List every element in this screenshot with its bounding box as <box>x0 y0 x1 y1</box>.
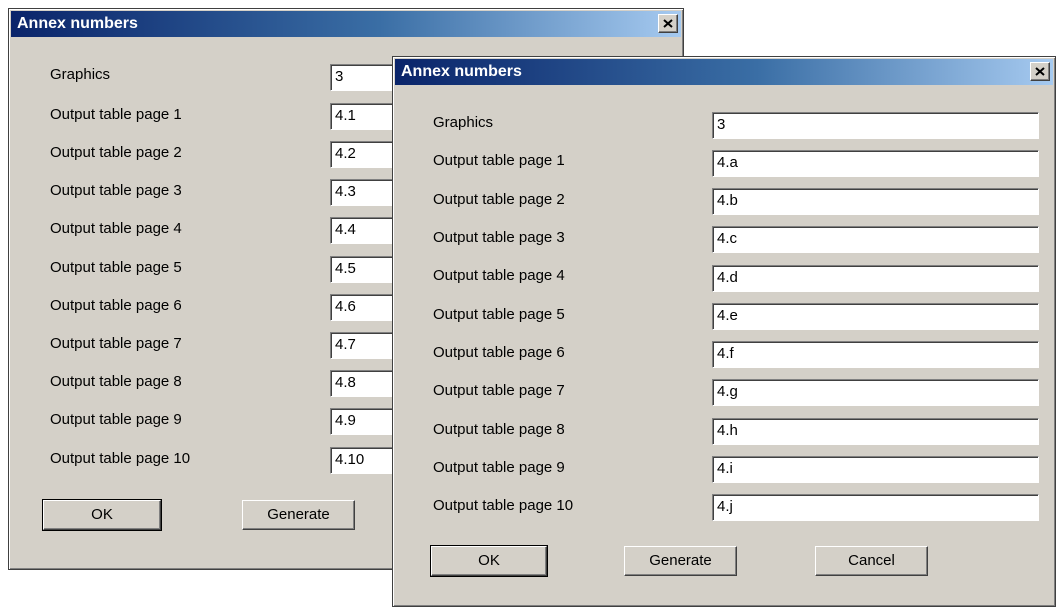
generate-button[interactable]: Generate <box>242 500 355 530</box>
output-page-9-input[interactable]: 4.i <box>712 456 1039 483</box>
label-output-page-1: Output table page 1 <box>433 152 565 169</box>
label-output-page-3: Output table page 3 <box>433 229 565 246</box>
close-button[interactable] <box>1030 62 1050 81</box>
output-page-4-input[interactable]: 4.4 <box>330 217 400 244</box>
label-output-page-5: Output table page 5 <box>50 259 182 276</box>
output-page-6-input[interactable]: 4.6 <box>330 294 400 321</box>
generate-button[interactable]: Generate <box>624 546 737 576</box>
close-icon <box>1035 67 1045 76</box>
output-page-1-input[interactable]: 4.a <box>712 150 1039 177</box>
output-page-1-input[interactable]: 4.1 <box>330 103 400 130</box>
output-page-8-input[interactable]: 4.h <box>712 418 1039 445</box>
label-output-page-8: Output table page 8 <box>50 373 182 390</box>
label-graphics: Graphics <box>433 114 494 131</box>
label-output-page-4: Output table page 4 <box>433 267 565 284</box>
label-output-page-10: Output table page 10 <box>50 450 191 467</box>
label-output-page-9: Output table page 9 <box>433 459 565 476</box>
title-bar: Annex numbers <box>395 59 1053 85</box>
label-output-page-9: Output table page 9 <box>50 411 182 428</box>
ok-button[interactable]: OK <box>42 499 162 531</box>
output-page-4-input[interactable]: 4.d <box>712 265 1039 292</box>
label-output-page-2: Output table page 2 <box>50 144 182 161</box>
graphics-input[interactable]: 3 <box>712 112 1039 139</box>
output-page-6-input[interactable]: 4.f <box>712 341 1039 368</box>
output-page-5-input[interactable]: 4.5 <box>330 256 400 283</box>
cancel-button[interactable]: Cancel <box>815 546 928 576</box>
label-output-page-6: Output table page 6 <box>433 344 565 361</box>
ok-button[interactable]: OK <box>430 545 548 577</box>
output-page-2-input[interactable]: 4.2 <box>330 141 400 168</box>
label-output-page-2: Output table page 2 <box>433 191 565 208</box>
output-page-7-input[interactable]: 4.7 <box>330 332 400 359</box>
label-output-page-7: Output table page 7 <box>433 382 565 399</box>
output-page-9-input[interactable]: 4.9 <box>330 408 400 435</box>
output-page-7-input[interactable]: 4.g <box>712 379 1039 406</box>
graphics-input[interactable]: 3 <box>330 64 400 91</box>
output-page-3-input[interactable]: 4.c <box>712 226 1039 253</box>
label-graphics: Graphics <box>50 66 111 83</box>
output-page-5-input[interactable]: 4.e <box>712 303 1039 330</box>
title-bar: Annex numbers <box>11 11 681 37</box>
dialog-title: Annex numbers <box>17 15 138 32</box>
label-output-page-10: Output table page 10 <box>433 497 574 514</box>
label-output-page-6: Output table page 6 <box>50 297 182 314</box>
label-output-page-7: Output table page 7 <box>50 335 182 352</box>
label-output-page-1: Output table page 1 <box>50 106 182 123</box>
label-output-page-4: Output table page 4 <box>50 220 182 237</box>
close-icon <box>663 19 673 28</box>
label-output-page-3: Output table page 3 <box>50 182 182 199</box>
output-page-3-input[interactable]: 4.3 <box>330 179 400 206</box>
label-output-page-8: Output table page 8 <box>433 421 565 438</box>
output-page-8-input[interactable]: 4.8 <box>330 370 400 397</box>
label-output-page-5: Output table page 5 <box>433 306 565 323</box>
output-page-10-input[interactable]: 4.10 <box>330 447 400 474</box>
output-page-2-input[interactable]: 4.b <box>712 188 1039 215</box>
annex-numbers-dialog-front: Annex numbers Graphics Output table page… <box>392 56 1056 607</box>
close-button[interactable] <box>658 14 678 33</box>
dialog-title: Annex numbers <box>401 63 522 80</box>
output-page-10-input[interactable]: 4.j <box>712 494 1039 521</box>
